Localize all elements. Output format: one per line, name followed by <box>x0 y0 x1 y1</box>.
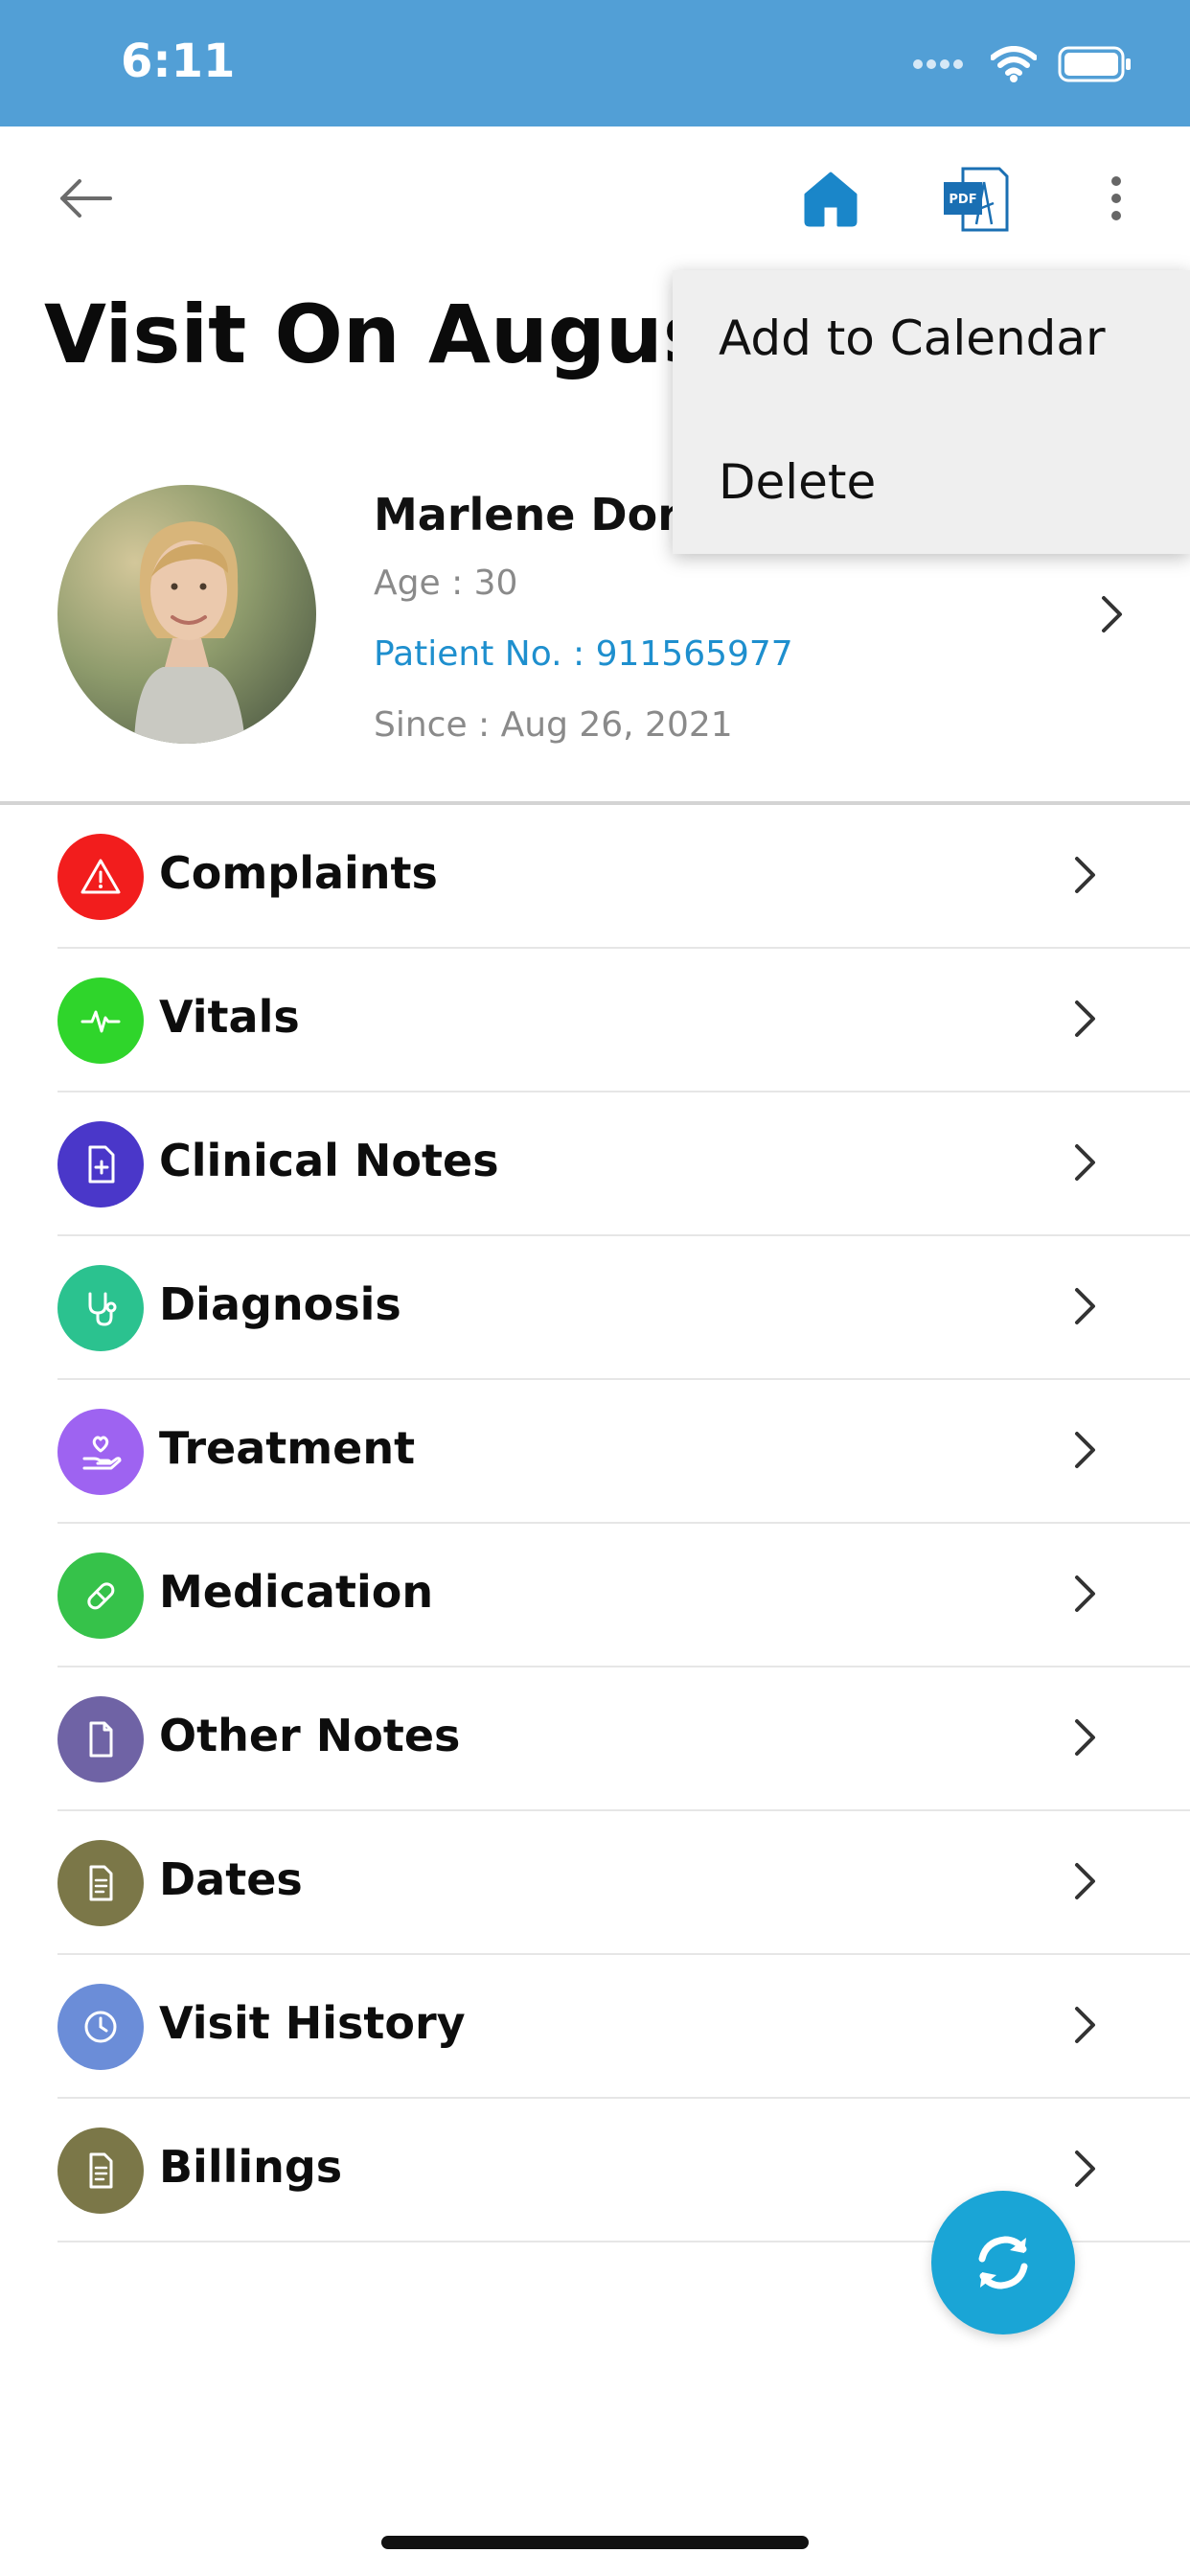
chevron-right-icon <box>1073 1142 1098 1186</box>
list-item-treatment[interactable]: Treatment <box>0 1380 1190 1524</box>
menu-item-add-to-calendar[interactable]: Add to Calendar <box>719 310 1106 366</box>
vitals-badge <box>57 978 144 1064</box>
pdf-button[interactable]: PDF <box>937 161 1014 238</box>
list-item-visit-history[interactable]: Visit History <box>0 1955 1190 2099</box>
chevron-right-icon <box>1100 594 1125 638</box>
list-item-label: Diagnosis <box>159 1278 401 1330</box>
patient-name: Marlene Dona <box>374 489 720 540</box>
status-bar: 6:11 <box>0 0 1190 126</box>
chevron-right-icon <box>1073 1430 1098 1474</box>
list-item-clinical-notes[interactable]: Clinical Notes <box>0 1092 1190 1236</box>
other-notes-badge <box>57 1696 144 1782</box>
more-options-button[interactable] <box>1092 165 1140 232</box>
document-lines-icon <box>89 2152 113 2189</box>
list-item-label: Treatment <box>159 1422 416 1474</box>
list-item-label: Visit History <box>159 1997 466 2049</box>
list-item-label: Medication <box>159 1566 434 1618</box>
visit-history-badge <box>57 1984 144 2070</box>
status-time: 6:11 <box>121 34 236 88</box>
clock-icon <box>84 2011 117 2043</box>
list-item-other-notes[interactable]: Other Notes <box>0 1668 1190 1811</box>
home-button[interactable] <box>795 163 866 234</box>
list-item-label: Dates <box>159 1853 303 1905</box>
list-item-diagnosis[interactable]: Diagnosis <box>0 1236 1190 1380</box>
list-item-label: Other Notes <box>159 1710 461 1761</box>
complaints-badge <box>57 834 144 920</box>
list-item-medication[interactable]: Medication <box>0 1524 1190 1668</box>
back-button[interactable] <box>54 167 117 230</box>
chevron-right-icon <box>1073 1574 1098 1618</box>
chevron-right-icon <box>1073 855 1098 899</box>
visit-sections-list: Complaints Vitals Clinical Notes Diagnos… <box>0 805 1190 2242</box>
list-item-vitals[interactable]: Vitals <box>0 949 1190 1092</box>
list-item-complaints[interactable]: Complaints <box>0 805 1190 949</box>
pdf-icon: PDF <box>944 167 1009 232</box>
hand-heart-icon <box>82 1436 122 1470</box>
status-icons <box>912 40 1133 88</box>
billings-badge <box>57 2128 144 2214</box>
chevron-right-icon <box>1073 1861 1098 1905</box>
chevron-right-icon <box>1073 2005 1098 2049</box>
chevron-right-icon <box>1073 2149 1098 2193</box>
signal-icon <box>913 59 963 69</box>
patient-since: Since : Aug 26, 2021 <box>374 705 733 745</box>
arrow-left-icon <box>60 179 112 218</box>
file-plus-icon <box>88 1145 115 1184</box>
home-icon <box>804 172 858 227</box>
document-icon <box>89 1721 113 1758</box>
chevron-right-icon <box>1073 999 1098 1043</box>
patient-number: Patient No. : 911565977 <box>374 634 793 674</box>
list-item-label: Clinical Notes <box>159 1135 499 1186</box>
patient-avatar <box>57 485 316 744</box>
medication-badge <box>57 1552 144 1639</box>
svg-text:PDF: PDF <box>949 193 976 207</box>
top-app-bar: PDF <box>0 126 1190 270</box>
list-item-label: Complaints <box>159 847 438 899</box>
diagnosis-badge <box>57 1265 144 1351</box>
chevron-right-icon <box>1073 1286 1098 1330</box>
warning-icon <box>80 859 121 894</box>
list-item-label: Vitals <box>159 991 300 1043</box>
home-indicator <box>381 2536 809 2549</box>
clinical-notes-badge <box>57 1121 144 1208</box>
dates-badge <box>57 1840 144 1926</box>
document-lines-icon <box>89 1865 113 1901</box>
battery-icon <box>1058 46 1131 82</box>
stethoscope-icon <box>88 1292 117 1326</box>
patient-age: Age : 30 <box>374 564 518 603</box>
options-dropdown-menu: Add to Calendar Delete <box>673 270 1190 554</box>
sync-fab-button[interactable] <box>931 2191 1075 2334</box>
list-item-label: Billings <box>159 2141 343 2193</box>
wifi-icon <box>991 46 1037 82</box>
refresh-icon <box>978 2236 1028 2289</box>
treatment-badge <box>57 1409 144 1495</box>
chevron-right-icon <box>1073 1717 1098 1761</box>
menu-item-delete[interactable]: Delete <box>719 454 876 510</box>
pulse-icon <box>80 1010 121 1033</box>
more-vertical-icon <box>1111 176 1121 220</box>
list-item-dates[interactable]: Dates <box>0 1811 1190 1955</box>
pill-icon <box>87 1582 115 1610</box>
